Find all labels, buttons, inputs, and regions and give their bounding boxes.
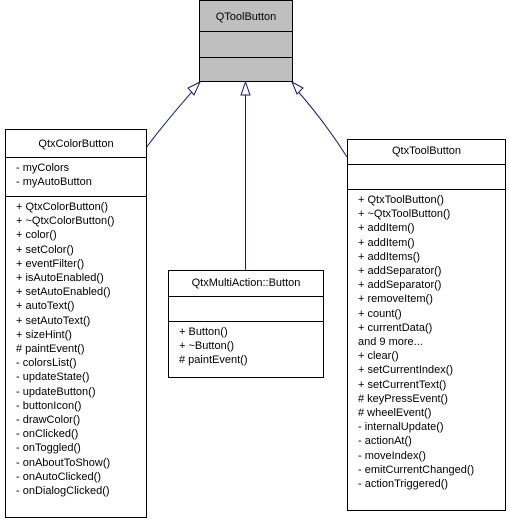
- class-qtxmultiaction-button[interactable]: QtxMultiAction::Button + Button()+ ~Butt…: [168, 270, 324, 378]
- method-item: + currentData(): [358, 321, 433, 334]
- class-name: QtxColorButton: [6, 130, 146, 158]
- method-item: + setColor(): [16, 243, 74, 256]
- class-qtxcolorbutton[interactable]: QtxColorButton - myColors - myAutoButton …: [5, 129, 147, 518]
- method-item: + color(): [16, 229, 57, 242]
- method-item: - internalUpdate(): [358, 421, 444, 434]
- method-item: - drawColor(): [16, 414, 81, 427]
- edge-qtxcolorbutton-to-qtoolbutton: [145, 85, 198, 149]
- attributes-section: - myColors - myAutoButton: [6, 158, 146, 197]
- method-item: + Button(): [179, 326, 228, 338]
- method-item: + ~Button(): [179, 340, 235, 353]
- method-item: + clear(): [358, 350, 399, 363]
- method-item: - colorsList(): [16, 357, 77, 370]
- method-item: + addItem(): [358, 222, 415, 235]
- method-item: - updateState(): [16, 371, 90, 384]
- methods-section: + Button() + ~Button() # paintEvent(): [169, 322, 323, 377]
- method-item: + addSeparator(): [358, 279, 442, 292]
- methods-section: + QtxColorButton() + ~QtxColorButton() + c…: [6, 197, 146, 517]
- method-item: + setCurrentIndex(): [358, 364, 454, 377]
- method-item: + addSeparator(): [358, 265, 442, 278]
- method-item: - emitCurrentChanged(): [358, 463, 475, 476]
- method-item: - onAutoClicked(): [16, 470, 101, 483]
- method-item: - onAboutToShow(): [16, 456, 111, 469]
- method-item: - updateButton(): [16, 385, 96, 398]
- method-item: + removeItem(): [358, 293, 433, 306]
- method-item: - onToggled(): [16, 442, 81, 455]
- method-item: + sizeHint(): [16, 328, 72, 341]
- method-item: + eventFilter(): [16, 257, 85, 270]
- method-item: + setCurrentText(): [358, 378, 447, 391]
- arrowhead-qtxtoolbutton: [290, 80, 304, 95]
- class-qtxtoolbutton[interactable]: QtxToolButton + QtxToolButton() + ~QtxToo…: [347, 139, 506, 511]
- method-item: # keyPressEvent(): [358, 392, 448, 405]
- method-item: - buttonIcon(): [16, 399, 82, 412]
- methods-section: + QtxToolButton() + ~QtxToolButton() + add…: [348, 190, 505, 510]
- method-item: + setAutoText(): [16, 314, 91, 327]
- method-item: # paintEvent(): [16, 343, 85, 356]
- arrowhead-qtxcolorbutton: [187, 80, 202, 96]
- method-item: # paintEvent(): [179, 354, 248, 367]
- method-item: + count(): [358, 307, 402, 320]
- methods-section: [200, 58, 292, 81]
- method-item: and 9 more...: [358, 336, 423, 349]
- class-name: QToolButton: [200, 1, 292, 32]
- attributes-section: [169, 297, 323, 322]
- attributes-section: [348, 165, 505, 190]
- attribute-item: - myAutoButton: [16, 176, 92, 189]
- method-item: + ~QtxToolButton(): [358, 208, 451, 221]
- class-qtoolbutton[interactable]: QToolButton: [199, 0, 293, 82]
- method-item: + addItems(): [358, 250, 421, 263]
- method-item: + autoText(): [16, 300, 75, 313]
- class-name: QtxMultiAction::Button: [169, 271, 323, 297]
- method-item: - actionTriggered(): [358, 478, 449, 491]
- method-item: + ~QtxColorButton(): [16, 215, 115, 228]
- method-item: + QtxColorButton(): [16, 201, 109, 213]
- class-name: QtxToolButton: [348, 140, 505, 165]
- attribute-item: - myColors: [16, 162, 70, 174]
- method-item: - onClicked(): [16, 428, 79, 441]
- edge-qtxtoolbutton-to-qtoolbutton: [294, 87, 348, 158]
- attributes-section: [200, 32, 292, 58]
- method-item: + addItem(): [358, 236, 415, 249]
- method-item: # wheelEvent(): [358, 407, 432, 420]
- method-item: + isAutoEnabled(): [16, 272, 104, 285]
- method-item: - onDialogClicked(): [16, 485, 110, 498]
- method-item: + QtxToolButton(): [358, 194, 444, 206]
- method-item: + setAutoEnabled(): [16, 286, 111, 299]
- arrowhead-multiaction: [240, 80, 251, 96]
- method-item: - moveIndex(): [358, 449, 426, 462]
- method-item: - actionAt(): [358, 435, 412, 448]
